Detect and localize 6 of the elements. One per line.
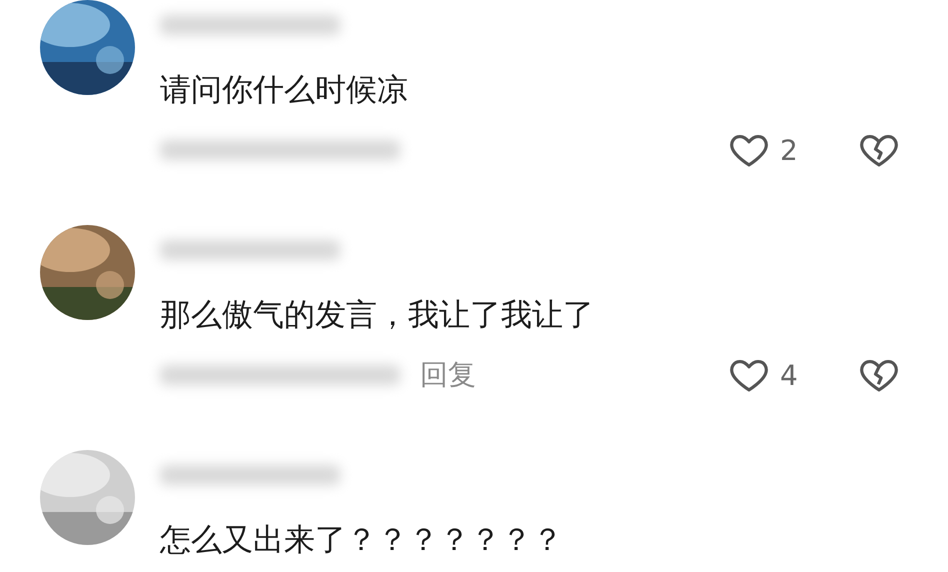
comment-text: 怎么又出来了？？？？？？？ xyxy=(160,521,564,560)
like-count: 4 xyxy=(780,358,798,392)
comment-text: 那么傲气的发言，我让了我让了 xyxy=(160,296,595,335)
comment-text: 请问你什么时候凉 xyxy=(160,71,409,110)
reply-link[interactable]: 回复 xyxy=(420,356,476,394)
like-count: 2 xyxy=(780,134,798,166)
